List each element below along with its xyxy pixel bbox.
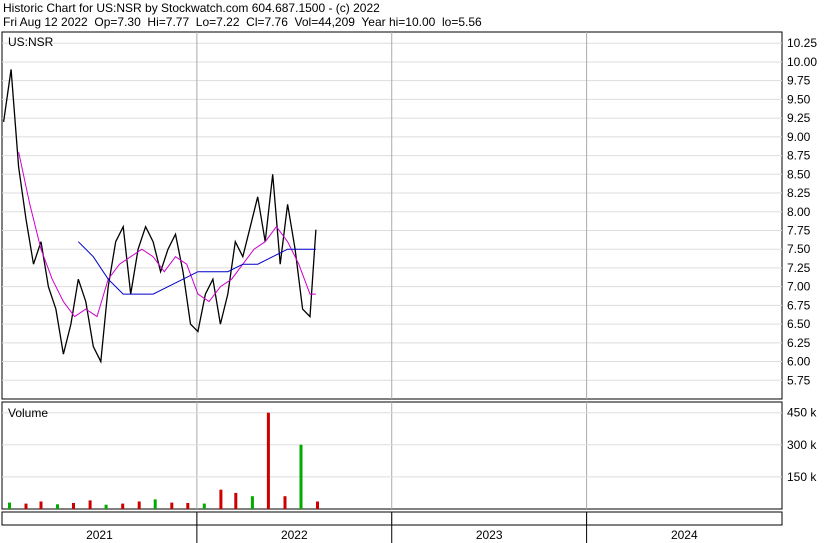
- volume-bar: [56, 504, 59, 509]
- price-tick-label: 6.00: [787, 355, 811, 369]
- price-tick-label: 10.25: [787, 36, 817, 50]
- price-tick-label: 8.25: [787, 186, 811, 200]
- price-tick-label: 9.75: [787, 74, 811, 88]
- price-tick-label: 6.50: [787, 317, 811, 331]
- price-tick-label: 9.00: [787, 130, 811, 144]
- volume-bar: [299, 444, 303, 509]
- volume-bar: [39, 501, 43, 509]
- year-label: 2024: [671, 528, 698, 542]
- volume-bar: [186, 503, 190, 509]
- volume-bar: [219, 489, 223, 509]
- year-label: 2022: [281, 528, 308, 542]
- year-label: 2021: [86, 528, 113, 542]
- volume-bar: [250, 496, 254, 509]
- price-tick-label: 8.50: [787, 167, 811, 181]
- volume-tick-label: 150 k: [787, 470, 817, 484]
- volume-bar: [170, 502, 174, 509]
- price-tick-label: 7.50: [787, 242, 811, 256]
- price-tick-label: 5.75: [787, 373, 811, 387]
- price-tick-label: 7.00: [787, 280, 811, 294]
- price-tick-label: 7.25: [787, 261, 811, 275]
- volume-bar: [266, 412, 270, 509]
- volume-bar: [137, 501, 141, 509]
- price-tick-label: 10.00: [787, 55, 817, 69]
- price-tick-label: 8.00: [787, 205, 811, 219]
- stock-chart: 10.25 10.00 9.75 9.50 9.25 9.00 8.75 8.50 8.25 8.…: [1, 31, 817, 543]
- volume-bar: [283, 496, 287, 509]
- volume-bar: [24, 503, 28, 509]
- volume-bar: [153, 499, 157, 509]
- symbol-label: US:NSR: [8, 35, 54, 49]
- price-tick-label: 6.75: [787, 298, 811, 312]
- volume-bar: [88, 500, 92, 509]
- volume-bar: [316, 501, 319, 509]
- price-tick-label: 9.25: [787, 111, 811, 125]
- volume-bar: [72, 503, 75, 509]
- volume-bar: [234, 492, 238, 509]
- price-tick-label: 8.75: [787, 149, 811, 163]
- volume-label: Volume: [8, 406, 48, 420]
- volume-bar: [104, 504, 108, 509]
- volume-tick-label: 450 k: [787, 406, 817, 420]
- price-tick-label: 9.50: [787, 92, 811, 106]
- volume-bar: [8, 502, 11, 509]
- volume-bar: [121, 503, 125, 509]
- price-tick-label: 6.25: [787, 336, 811, 350]
- year-label: 2023: [476, 528, 503, 542]
- volume-bar: [202, 503, 206, 509]
- volume-tick-label: 300 k: [787, 438, 817, 452]
- price-tick-label: 7.75: [787, 223, 811, 237]
